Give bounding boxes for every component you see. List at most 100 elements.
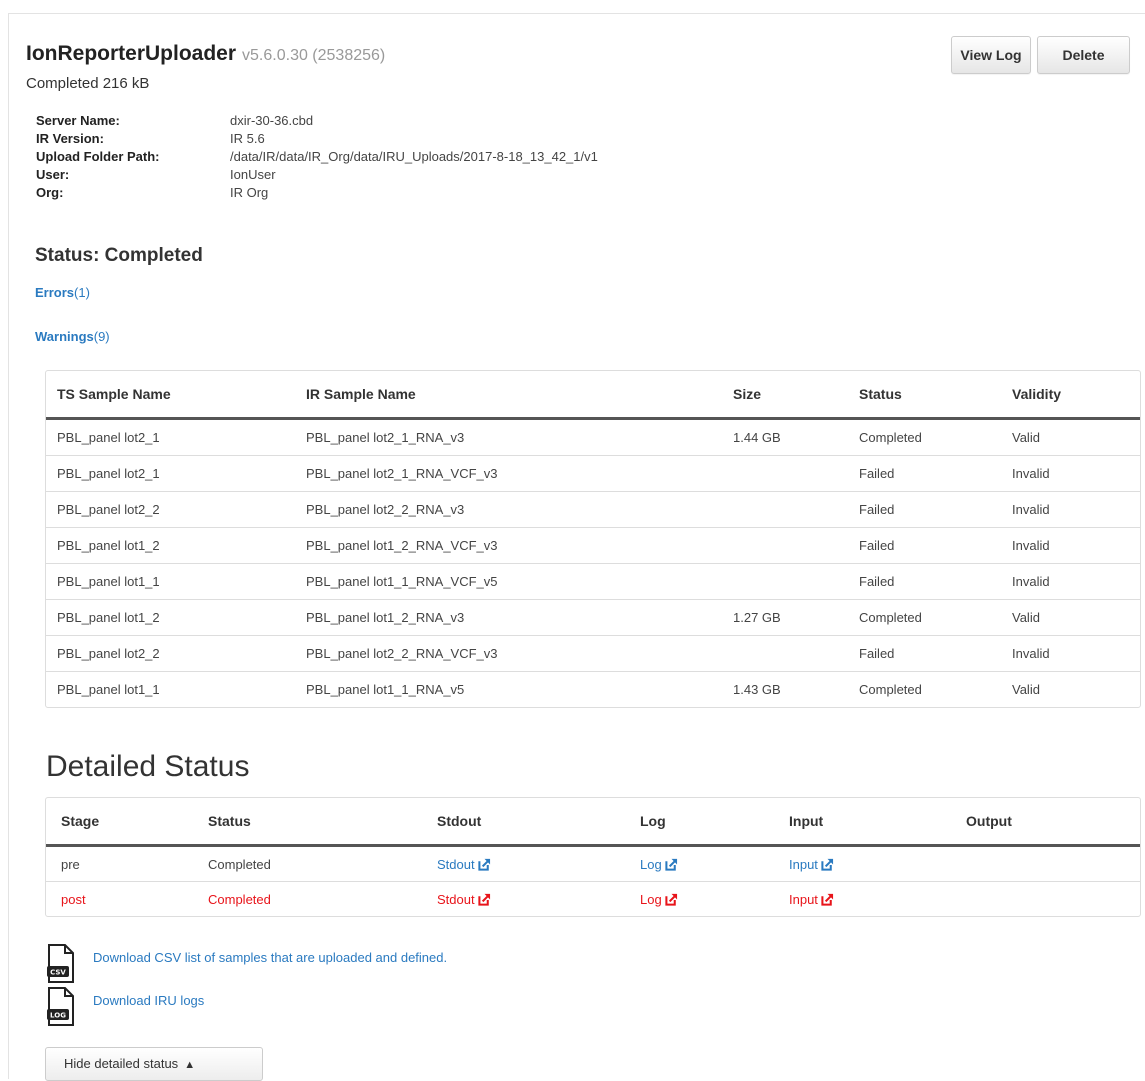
table-cell: 1.43 GB <box>722 671 848 707</box>
info-label: Org: <box>36 185 64 200</box>
input-cell: Input <box>774 881 951 916</box>
stage-row-pre: pre Completed Stdout Log Input <box>46 845 1140 882</box>
table-row: PBL_panel lot1_1 PBL_panel lot1_1_RNA_v5 1… <box>46 671 1140 707</box>
stage-status-cell: Completed <box>193 845 422 882</box>
column-header[interactable]: Stdout <box>422 798 625 847</box>
delete-button[interactable]: Delete <box>1037 36 1130 74</box>
log-link[interactable]: Log <box>640 857 678 872</box>
table-cell: PBL_panel lot2_2 <box>46 635 295 672</box>
column-header[interactable]: Input <box>774 798 951 847</box>
table-cell: PBL_panel lot2_2_RNA_v3 <box>295 491 722 528</box>
table-row: PBL_panel lot2_2 PBL_panel lot2_2_RNA_VCF… <box>46 635 1140 672</box>
stdout-cell: Stdout <box>422 845 625 882</box>
stdout-label: Stdout <box>437 891 475 907</box>
stage-cell: pre <box>46 845 193 882</box>
column-header[interactable]: Log <box>625 798 774 847</box>
output-cell <box>951 845 1140 882</box>
table-cell <box>722 563 848 600</box>
table-cell: PBL_panel lot2_1_RNA_VCF_v3 <box>295 455 722 492</box>
external-link-icon <box>665 893 677 906</box>
column-header[interactable]: IR Sample Name <box>295 371 722 420</box>
info-value: IR Org <box>230 185 269 200</box>
input-cell: Input <box>774 845 951 882</box>
table-cell: Failed <box>848 635 1001 672</box>
warnings-count: (9) <box>93 329 110 344</box>
external-link-icon <box>477 893 490 906</box>
table-cell: Invalid <box>1001 455 1140 492</box>
view-log-button[interactable]: View Log <box>951 36 1031 74</box>
external-link-icon <box>477 858 490 871</box>
column-header[interactable]: Stage <box>46 798 193 847</box>
table-cell: Failed <box>848 455 1001 492</box>
table-cell: PBL_panel lot1_1_RNA_v5 <box>295 671 722 707</box>
table-cell: PBL_panel lot1_2_RNA_VCF_v3 <box>295 527 722 564</box>
table-cell: PBL_panel lot1_1 <box>46 671 295 707</box>
table-cell: Valid <box>1001 599 1140 636</box>
info-label: Server Name: <box>36 113 120 128</box>
plugin-status-summary: Completed 216 kB <box>26 75 150 92</box>
input-link[interactable]: Input <box>789 892 834 907</box>
stdout-cell: Stdout <box>422 881 625 916</box>
samples-table: TS Sample Name IR Sample Name Size Statu… <box>45 370 1141 708</box>
table-cell: 1.44 GB <box>722 418 848 456</box>
table-row: PBL_panel lot2_2 PBL_panel lot2_2_RNA_v3 F… <box>46 491 1140 528</box>
table-cell: PBL_panel lot2_1_RNA_v3 <box>295 418 722 456</box>
table-cell: PBL_panel lot1_2 <box>46 599 295 636</box>
table-cell: Completed <box>848 671 1001 707</box>
log-label: Log <box>640 856 662 872</box>
info-label: Upload Folder Path: <box>36 149 160 164</box>
table-cell: PBL_panel lot1_2 <box>46 527 295 564</box>
table-cell: PBL_panel lot2_2_RNA_VCF_v3 <box>295 635 722 672</box>
table-cell: Completed <box>848 418 1001 456</box>
log-icon-text: LOG <box>50 1012 66 1020</box>
column-header[interactable]: Output <box>951 798 1140 847</box>
hide-detailed-status-button[interactable]: Hide detailed status ▲ <box>45 1047 263 1081</box>
table-row: PBL_panel lot2_1 PBL_panel lot2_1_RNA_VCF… <box>46 455 1140 492</box>
log-link[interactable]: Log <box>640 892 678 907</box>
stdout-link[interactable]: Stdout <box>437 892 491 907</box>
stdout-label: Stdout <box>437 856 475 872</box>
output-cell <box>951 881 1140 916</box>
table-cell: Valid <box>1001 418 1140 456</box>
info-value: dxir-30-36.cbd <box>230 113 314 128</box>
download-csv-link[interactable]: Download CSV list of samples that are up… <box>93 950 447 965</box>
plugin-name: IonReporterUploader <box>26 42 237 65</box>
status-heading: Status: Completed <box>35 245 203 266</box>
stage-status-table: Stage Status Stdout Log Input Output pre… <box>45 797 1141 917</box>
table-cell: PBL_panel lot2_2 <box>46 491 295 528</box>
log-label: Log <box>640 891 662 907</box>
errors-count: (1) <box>74 285 90 300</box>
plugin-title: IonReporterUploader v5.6.0.30 (2538256) <box>26 42 385 66</box>
log-cell: Log <box>625 845 774 882</box>
column-header[interactable]: Validity <box>1001 371 1140 420</box>
errors-label: Errors <box>35 285 75 300</box>
info-value: IR 5.6 <box>230 131 265 146</box>
table-cell: PBL_panel lot1_1_RNA_VCF_v5 <box>295 563 722 600</box>
table-cell <box>722 635 848 672</box>
table-cell: Failed <box>848 527 1001 564</box>
table-cell: Valid <box>1001 671 1140 707</box>
input-label: Input <box>789 856 818 872</box>
table-cell: Invalid <box>1001 563 1140 600</box>
errors-link[interactable]: Errors(1) <box>35 285 90 300</box>
column-header[interactable]: Size <box>722 371 848 420</box>
info-label: User: <box>36 167 70 182</box>
table-cell <box>722 491 848 528</box>
download-logs-link[interactable]: Download IRU logs <box>93 993 204 1008</box>
warnings-link[interactable]: Warnings(9) <box>35 329 110 344</box>
column-header[interactable]: Status <box>848 371 1001 420</box>
table-row: PBL_panel lot1_2 PBL_panel lot1_2_RNA_VCF… <box>46 527 1140 564</box>
table-cell: Completed <box>848 599 1001 636</box>
table-cell <box>722 527 848 564</box>
column-header[interactable]: TS Sample Name <box>46 371 295 420</box>
info-value: /data/IR/data/IR_Org/data/IRU_Uploads/20… <box>230 149 598 164</box>
stdout-link[interactable]: Stdout <box>437 857 491 872</box>
column-header[interactable]: Status <box>193 798 422 847</box>
csv-file-icon: CSV <box>47 944 74 983</box>
table-cell: PBL_panel lot1_2_RNA_v3 <box>295 599 722 636</box>
input-link[interactable]: Input <box>789 857 834 872</box>
table-cell: PBL_panel lot2_1 <box>46 418 295 456</box>
table-cell: Failed <box>848 491 1001 528</box>
log-file-icon: LOG <box>47 987 74 1026</box>
log-cell: Log <box>625 881 774 916</box>
